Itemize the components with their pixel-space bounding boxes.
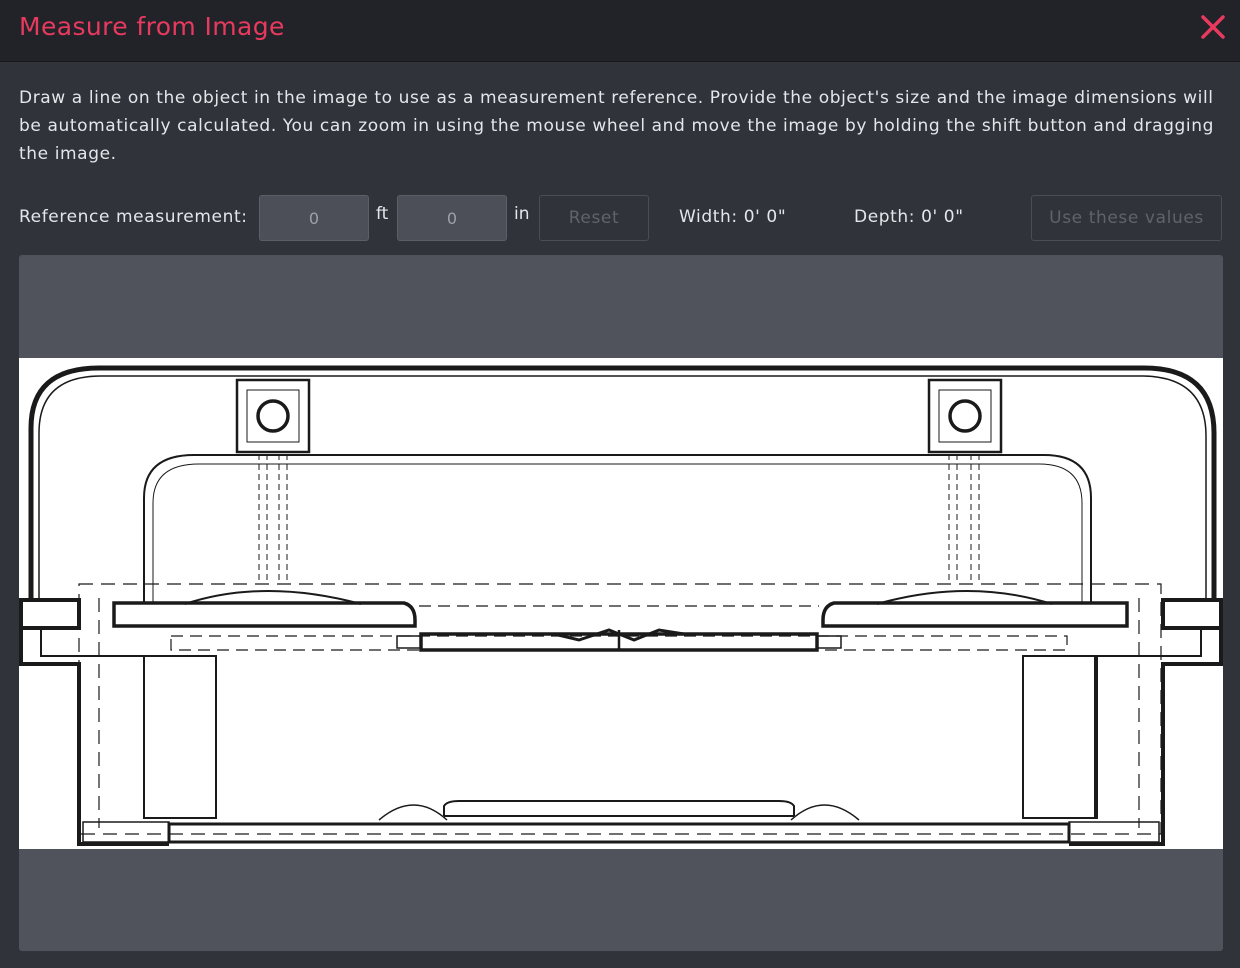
measure-dialog: Measure from Image Draw a line on the ob… [0,0,1240,968]
feet-input[interactable] [259,195,369,241]
dialog-titlebar: Measure from Image [0,0,1240,62]
instructions-text: Draw a line on the object in the image t… [19,88,1214,164]
image-canvas[interactable] [19,255,1223,951]
inches-input[interactable] [397,195,507,241]
close-icon[interactable] [1200,14,1226,40]
reset-button[interactable]: Reset [539,195,649,241]
floor-plan-image[interactable] [19,358,1223,849]
depth-readout: Depth: 0' 0" [854,207,964,227]
width-readout: Width: 0' 0" [679,207,787,227]
reference-measurement-label: Reference measurement: [19,207,248,227]
measurement-toolbar: Reference measurement: ft in Reset Width… [0,194,1240,242]
dialog-title: Measure from Image [19,12,285,41]
feet-unit-label: ft [376,204,389,224]
inches-unit-label: in [514,204,530,224]
use-these-values-button[interactable]: Use these values [1031,195,1222,241]
